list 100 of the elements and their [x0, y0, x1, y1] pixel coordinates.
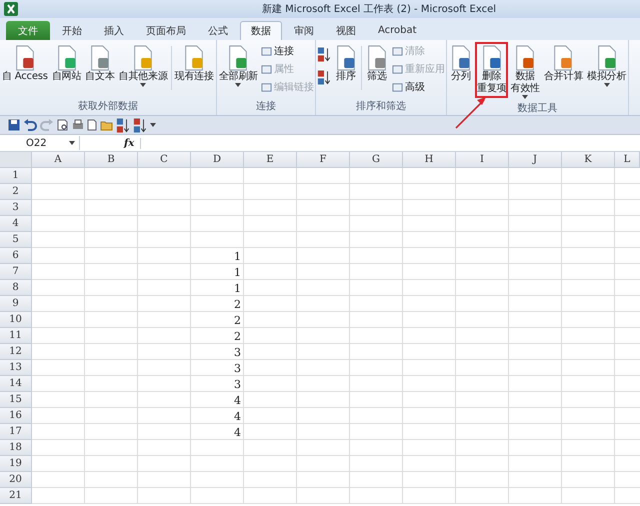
column-header[interactable]: A	[32, 152, 85, 168]
ribbon-tab[interactable]: 视图	[326, 21, 366, 40]
row-header[interactable]: 8	[0, 280, 32, 296]
row-header[interactable]: 17	[0, 424, 32, 440]
ribbon-small-button[interactable]: 连接	[260, 43, 316, 59]
ribbon-button[interactable]: 全部刷新	[216, 42, 260, 90]
row-header[interactable]: 7	[0, 264, 32, 280]
column-header[interactable]: C	[138, 152, 191, 168]
ribbon-button[interactable]: 删除 重复项	[475, 42, 508, 98]
row-header[interactable]: 14	[0, 376, 32, 392]
caret-icon	[150, 123, 156, 127]
ribbon-button[interactable]: 现有连接	[172, 42, 216, 86]
ribbon-tab[interactable]: 文件	[6, 21, 50, 40]
row-header[interactable]: 18	[0, 440, 32, 456]
row-header[interactable]: 2	[0, 184, 32, 200]
group-label: 连接	[254, 100, 277, 114]
column-header[interactable]: I	[456, 152, 509, 168]
row-header[interactable]: 19	[0, 456, 32, 472]
row-header[interactable]: 6	[0, 248, 32, 264]
column-header[interactable]: G	[350, 152, 403, 168]
row-header[interactable]: 3	[0, 200, 32, 216]
row-header[interactable]: 5	[0, 232, 32, 248]
cell-reference: O22	[26, 138, 47, 148]
column-header[interactable]: L	[615, 152, 640, 168]
ribbon-tab[interactable]: 页面布局	[136, 21, 196, 40]
ribbon-button[interactable]: 模拟分析	[585, 42, 628, 90]
small-tool-icon	[392, 82, 404, 92]
folder-icon[interactable]	[100, 119, 113, 131]
table-cell-text: 4	[233, 392, 242, 408]
table-cell-text: 1	[233, 280, 242, 296]
ribbon-button[interactable]: 排序	[332, 42, 360, 86]
new-document-icon[interactable]	[87, 119, 97, 131]
table-cell-text: 4	[233, 424, 242, 440]
ribbon-button[interactable]: 数据 有效性	[508, 42, 542, 102]
ribbon-tab[interactable]: 插入	[94, 21, 134, 40]
caret-icon	[235, 83, 242, 87]
small-tool-icon	[261, 64, 272, 74]
ribbon-small-button[interactable]: 高级	[391, 79, 446, 95]
table-cell-text: 1	[233, 248, 242, 264]
ribbon-button[interactable]: 分列	[447, 42, 476, 86]
ribbon-tab[interactable]: Acrobat	[368, 21, 427, 40]
row-header[interactable]: 15	[0, 392, 32, 408]
name-box[interactable]: O22	[0, 136, 80, 150]
small-tool-icon	[392, 46, 404, 56]
ribbon-button[interactable]: 合并计算	[542, 42, 586, 86]
group-label: 排序和筛选	[355, 100, 408, 114]
small-tool-icon	[392, 64, 404, 74]
row-header[interactable]: 12	[0, 344, 32, 360]
ribbon-tab[interactable]: 审阅	[284, 21, 324, 40]
ribbon-button[interactable]: 筛选	[363, 42, 392, 86]
printer-icon[interactable]	[72, 119, 84, 131]
row-header[interactable]: 11	[0, 328, 32, 344]
column-header[interactable]: J	[509, 152, 562, 168]
row-header[interactable]: 1	[0, 168, 32, 184]
ribbon-tab[interactable]: 开始	[52, 21, 92, 40]
row-header[interactable]: 9	[0, 296, 32, 312]
row-header[interactable]: 16	[0, 408, 32, 424]
row-header[interactable]: 4	[0, 216, 32, 232]
small-tool-icon	[261, 46, 272, 56]
row-header[interactable]: 13	[0, 360, 32, 376]
column-header[interactable]: K	[562, 152, 615, 168]
insert-function-button[interactable]: fx	[124, 138, 142, 148]
column-header[interactable]: H	[403, 152, 456, 168]
group-label: 获取外部数据	[76, 100, 139, 114]
sort-icon[interactable]	[133, 116, 147, 134]
column-header[interactable]: E	[244, 152, 297, 168]
caret-icon	[522, 95, 528, 99]
small-tool-icon	[261, 82, 272, 92]
sort-icon[interactable]	[317, 46, 332, 63]
app-icon	[4, 2, 18, 16]
print-preview-icon[interactable]	[57, 119, 69, 131]
group-label: 数据工具	[516, 102, 559, 116]
ribbon-tab[interactable]: 数据	[240, 21, 282, 40]
caret-icon	[604, 83, 610, 87]
ribbon-button[interactable]: 自其他来源	[116, 42, 170, 90]
ribbon-tab[interactable]: 公式	[198, 21, 238, 40]
column-header[interactable]: F	[297, 152, 350, 168]
sort-icon[interactable]	[116, 116, 130, 134]
window-title: 新建 Microsoft Excel 工作表 (2) - Microsoft Excel	[260, 2, 498, 16]
row-header[interactable]: 21	[0, 488, 32, 504]
table-cell-text: 2	[233, 312, 242, 328]
table-cell-text: 4	[233, 408, 242, 424]
ribbon-button[interactable]: 自网站	[50, 42, 84, 86]
row-header[interactable]: 20	[0, 472, 32, 488]
ribbon-button[interactable]: 自 Access	[0, 42, 50, 86]
table-cell-text: 3	[233, 344, 242, 360]
save-icon[interactable]	[8, 119, 20, 131]
sort-icon[interactable]	[317, 69, 332, 86]
ribbon-button[interactable]: 自文本	[83, 42, 117, 86]
table-cell-text: 3	[233, 360, 242, 376]
table-cell-text: 1	[233, 264, 242, 280]
column-header[interactable]: D	[191, 152, 244, 168]
row-header[interactable]: 10	[0, 312, 32, 328]
table-cell-text: 2	[233, 328, 242, 344]
table-cell-text: 2	[233, 296, 242, 312]
caret-icon	[140, 83, 146, 87]
caret-icon	[69, 141, 75, 145]
undo-icon[interactable]	[23, 119, 37, 131]
table-cell-text: 3	[233, 376, 242, 392]
column-header[interactable]: B	[85, 152, 138, 168]
